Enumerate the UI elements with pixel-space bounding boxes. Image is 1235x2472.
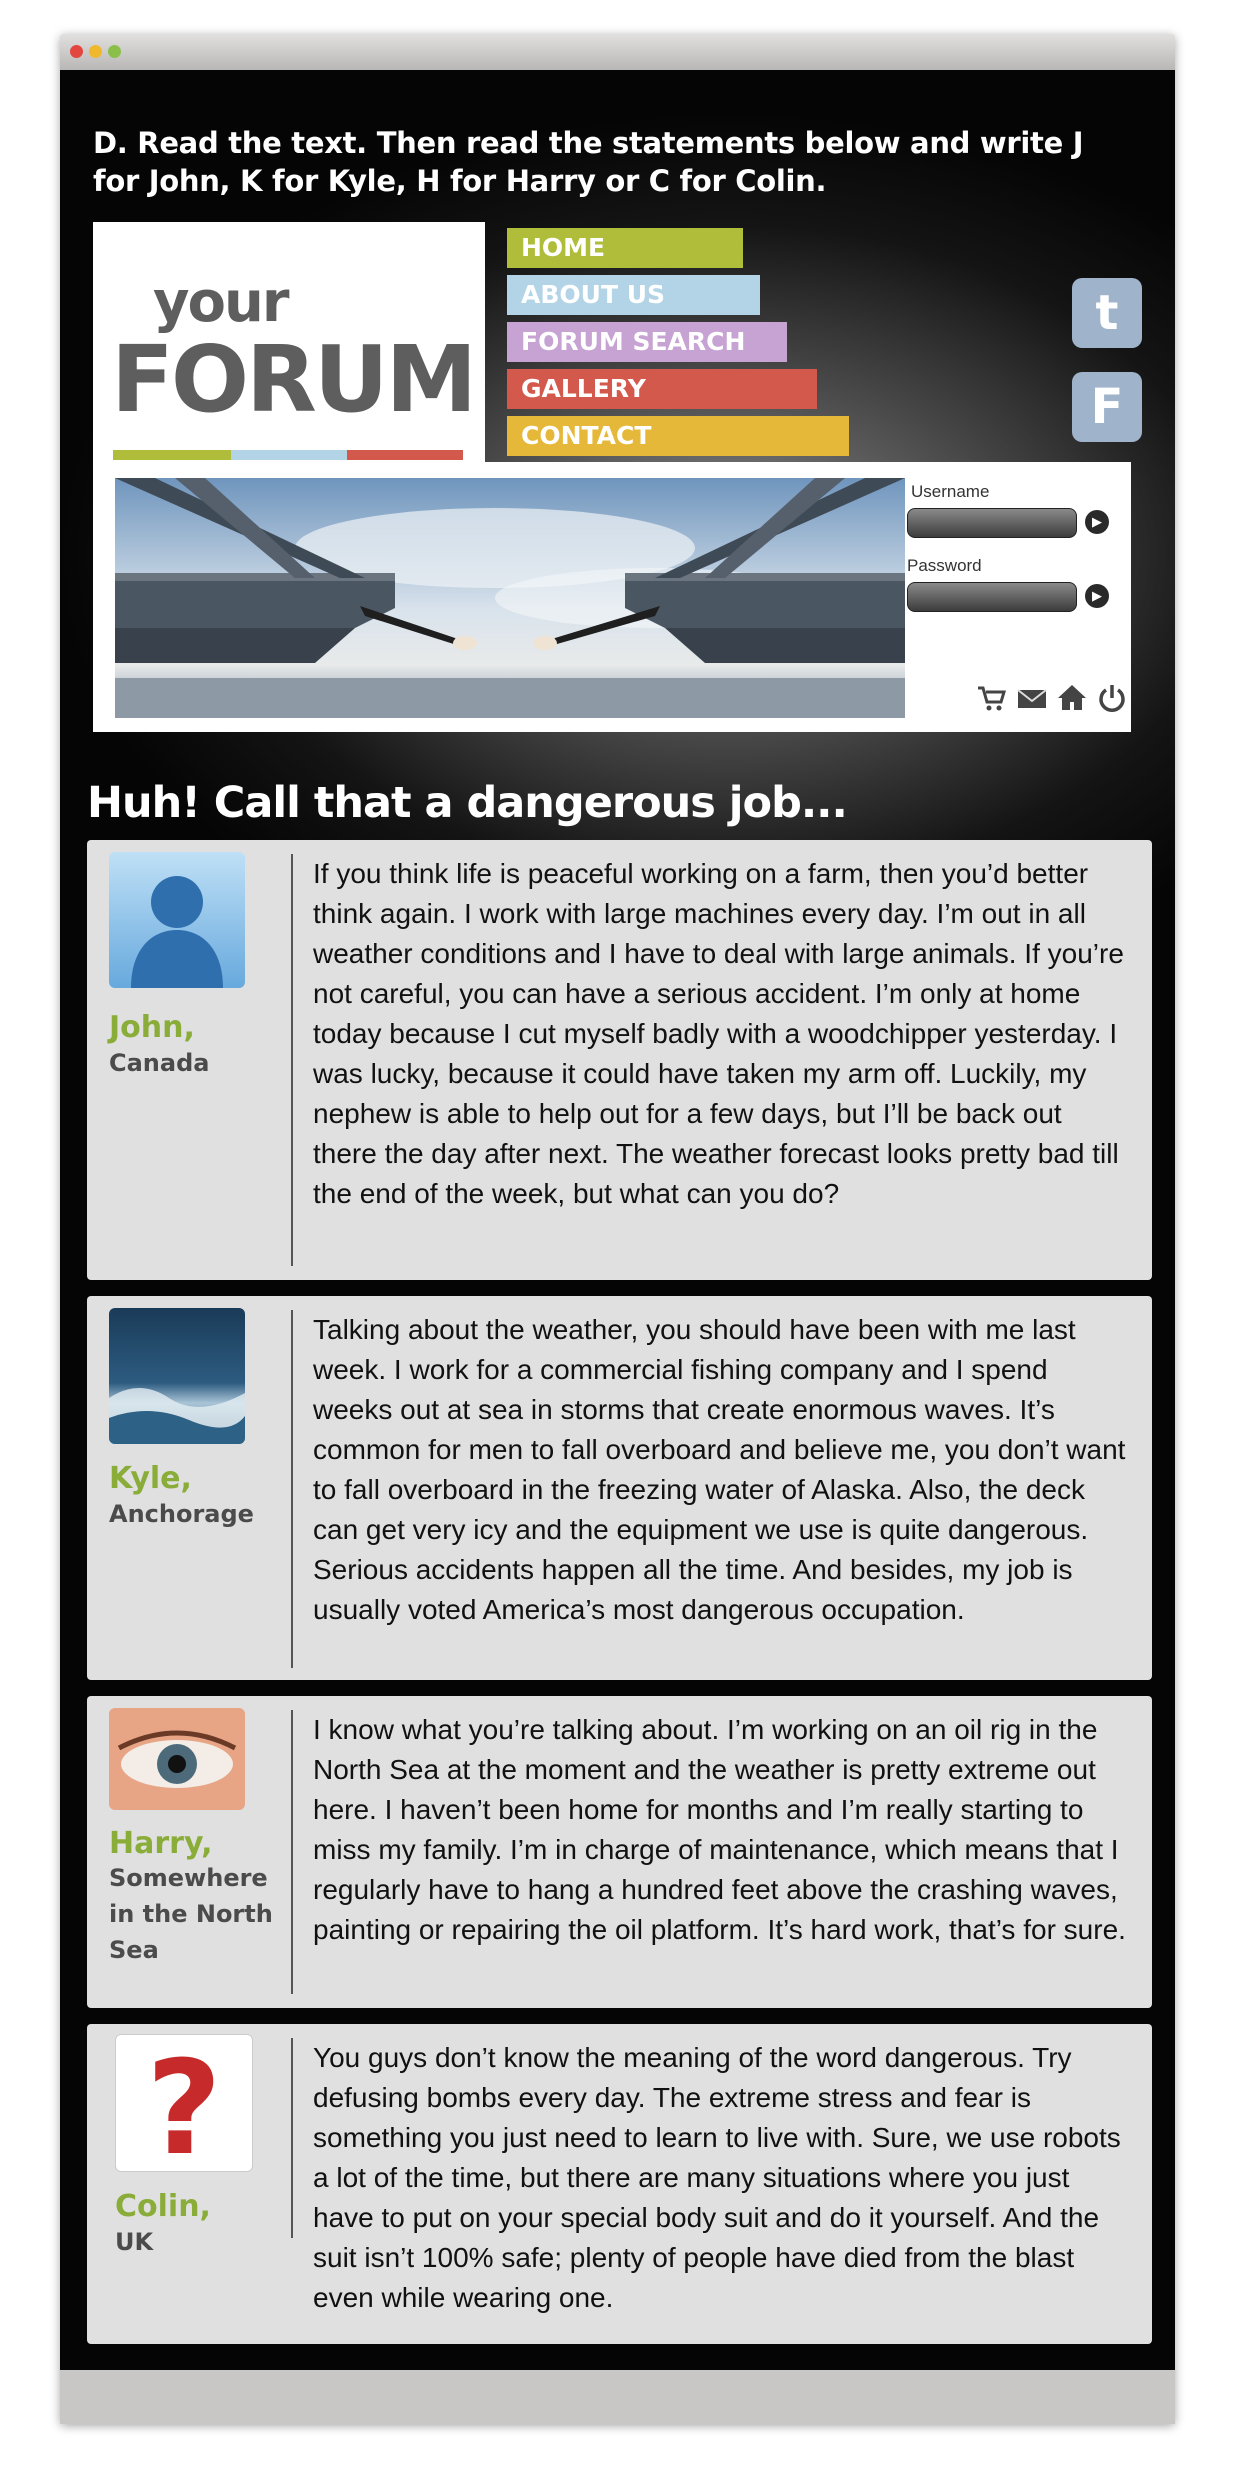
username-submit-arrow-icon[interactable]: ▶: [1085, 510, 1109, 534]
nav-contact[interactable]: CONTACT: [507, 416, 849, 456]
avatar-question-mark-icon: ?: [115, 2034, 253, 2172]
close-button[interactable]: [70, 45, 83, 58]
poster-location: Anchorage: [109, 1500, 254, 1528]
nav-about-us[interactable]: ABOUT US: [507, 275, 760, 315]
exercise-instruction: D. Read the text. Then read the statemen…: [93, 126, 1084, 198]
home-icon[interactable]: [1056, 682, 1088, 714]
power-icon[interactable]: [1096, 682, 1128, 714]
poster-name: Kyle,: [109, 1461, 192, 1496]
page-content: D. Read the text. Then read the statemen…: [60, 70, 1175, 2370]
maximize-button[interactable]: [108, 45, 121, 58]
poster-location: Somewhere in the North Sea: [109, 1864, 273, 1964]
username-label: Username: [911, 482, 990, 501]
forum-post-kyle: Kyle, Anchorage Talking about the weathe…: [87, 1296, 1152, 1680]
username-input[interactable]: [907, 508, 1077, 538]
forum-post-john: John, Canada If you think life is peacef…: [87, 840, 1152, 1280]
nav-home[interactable]: HOME: [507, 228, 743, 268]
window-bottom-bar: [60, 2370, 1175, 2424]
browser-window: D. Read the text. Then read the statemen…: [60, 34, 1175, 2424]
poster-name: Harry,: [109, 1826, 213, 1861]
bridge-photo: [115, 478, 905, 718]
poster-name: John,: [109, 1010, 195, 1045]
post-text: You guys don’t know the meaning of the w…: [313, 2042, 1121, 2313]
nav-forum-search[interactable]: FORUM SEARCH: [507, 322, 787, 362]
post-text: If you think life is peaceful working on…: [313, 858, 1124, 1209]
shopping-cart-icon[interactable]: [976, 682, 1008, 714]
forum-post-colin: ? Colin, UK You guys don’t know the mean…: [87, 2024, 1152, 2344]
avatar-eye-image: [109, 1708, 245, 1810]
forum-post-harry: Harry, Somewhere in the North Sea I know…: [87, 1696, 1152, 2008]
post-text: Talking about the weather, you should ha…: [313, 1314, 1126, 1625]
minimize-button[interactable]: [89, 45, 102, 58]
site-logo[interactable]: your FORUM: [93, 222, 485, 462]
title-bar: [60, 34, 1175, 70]
nav-gallery[interactable]: GALLERY: [507, 369, 817, 409]
password-input[interactable]: [907, 582, 1077, 612]
poster-name: Colin,: [115, 2189, 211, 2224]
password-label: Password: [907, 556, 982, 575]
tumblr-icon[interactable]: t: [1072, 278, 1142, 348]
poster-location: UK: [115, 2228, 154, 2256]
facebook-icon[interactable]: F: [1072, 372, 1142, 442]
post-text: I know what you’re talking about. I’m wo…: [313, 1714, 1126, 1945]
poster-location: Canada: [109, 1049, 210, 1077]
avatar-stormy-sea-image: [109, 1308, 245, 1444]
svg-text:?: ?: [146, 2035, 221, 2171]
password-submit-arrow-icon[interactable]: ▶: [1085, 584, 1109, 608]
logo-text-forum: FORUM: [111, 326, 477, 433]
page-title: Huh! Call that a dangerous job...: [87, 778, 848, 828]
avatar-person-silhouette-icon: [109, 852, 245, 988]
mail-icon[interactable]: [1016, 682, 1048, 714]
